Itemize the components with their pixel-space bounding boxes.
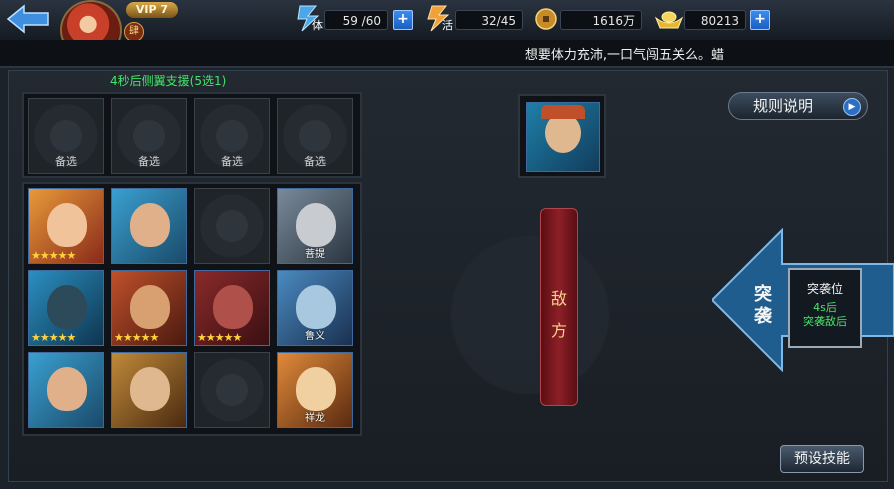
support-slot-label: 备选 [138,155,160,168]
back-arrow-icon [6,4,49,34]
support-slot[interactable]: 备选 [28,98,104,174]
hero-portrait [296,367,336,411]
vip-badge[interactable]: VIP 7 [126,2,178,18]
coin-icon [534,7,558,35]
hero-card[interactable] [111,188,187,264]
hero-portrait [47,367,87,411]
energy-value: 32/45 [455,10,523,30]
hero-stars: ★★★★★ [31,331,76,344]
stamina-plus-button[interactable]: + [393,10,413,30]
hero-name: 鲁义 [305,331,325,342]
hero-card[interactable]: 菩提 [277,188,353,264]
hero-stars: ★★★★★ [197,331,242,344]
hero-card[interactable]: 祥龙 [277,352,353,428]
hero-grid: ★★★★★ 菩提 ★★★★★ ★★★★★ ★★★★★ 鲁义 祥龙 [22,182,362,436]
selected-hero-portrait [526,102,600,172]
hero-stars: ★★★★★ [114,331,159,344]
support-slot-label: 备选 [55,155,77,168]
hero-name: 祥龙 [305,413,325,424]
hero-card[interactable]: 鲁义 [277,270,353,346]
support-slot[interactable]: 备选 [111,98,187,174]
hero-card[interactable]: ★★★★★ [28,270,104,346]
background-ornament [380,190,680,440]
coins-value: 1616万 [560,10,642,30]
helmet-plume [541,105,585,119]
hero-card[interactable]: ★★★★★ [28,188,104,264]
energy-label: 活 [442,19,453,32]
hero-card[interactable]: ★★★★★ [194,270,270,346]
hero-portrait [130,285,170,329]
empty-hero-slot [194,352,270,428]
notice-bar: 想要体力充沛,一口气闯五关么。蜡 [0,40,894,68]
gold-value: 80213 [684,10,746,30]
hero-stars: ★★★★★ [31,249,76,262]
stamina-value: 59 /60 [324,10,388,30]
enemy-banner-char: 方 [550,321,567,340]
hero-portrait [296,285,336,329]
hero-portrait [130,203,170,247]
back-button[interactable] [6,4,50,34]
raid-slot-card[interactable]: 突袭位 4s后 突袭敌后 [788,268,862,348]
hero-portrait [47,285,87,329]
support-slot[interactable]: 备选 [194,98,270,174]
support-slots: 备选 备选 备选 备选 [22,92,362,178]
notice-text: 想要体力充沛,一口气闯五关么。蜡 [524,48,724,63]
hero-portrait [47,203,87,247]
raid-label: 突 袭 [754,284,778,328]
raid-slot-title: 突袭位 [806,282,843,296]
enemy-banner-char: 敌 [550,289,567,308]
preset-skill-button[interactable]: 预设技能 [780,445,864,473]
raid-label-char: 袭 [754,306,772,327]
rules-button-label: 规则说明 [753,97,814,115]
hero-portrait [130,367,170,411]
hero-card[interactable] [111,352,187,428]
stamina-label: 体 [312,19,323,32]
hero-card[interactable]: ★★★★★ [111,270,187,346]
raid-slot-line2: 突袭敌后 [803,315,847,328]
gold-ingot-icon [654,8,684,34]
selected-hero-slot[interactable] [518,94,606,178]
hero-card[interactable] [28,352,104,428]
play-arrow-icon: ▶ [843,98,861,116]
enemy-banner: 敌 方 [540,208,578,406]
hero-name: 菩提 [305,249,325,260]
support-title: 4秒后侧翼支援(5选1) [110,74,227,88]
raid-label-char: 突 [754,284,772,305]
hero-portrait [213,285,253,329]
hero-portrait [296,203,336,247]
rules-button[interactable]: 规则说明 ▶ [728,92,868,120]
rank-badge: 肆 [124,22,144,42]
support-slot-label: 备选 [304,155,326,168]
gold-plus-button[interactable]: + [750,10,770,30]
hero-face [545,113,581,153]
raid-slot-line1: 4s后 [813,301,837,314]
empty-hero-slot [194,188,270,264]
support-slot-label: 备选 [221,155,243,168]
support-slot[interactable]: 备选 [277,98,353,174]
